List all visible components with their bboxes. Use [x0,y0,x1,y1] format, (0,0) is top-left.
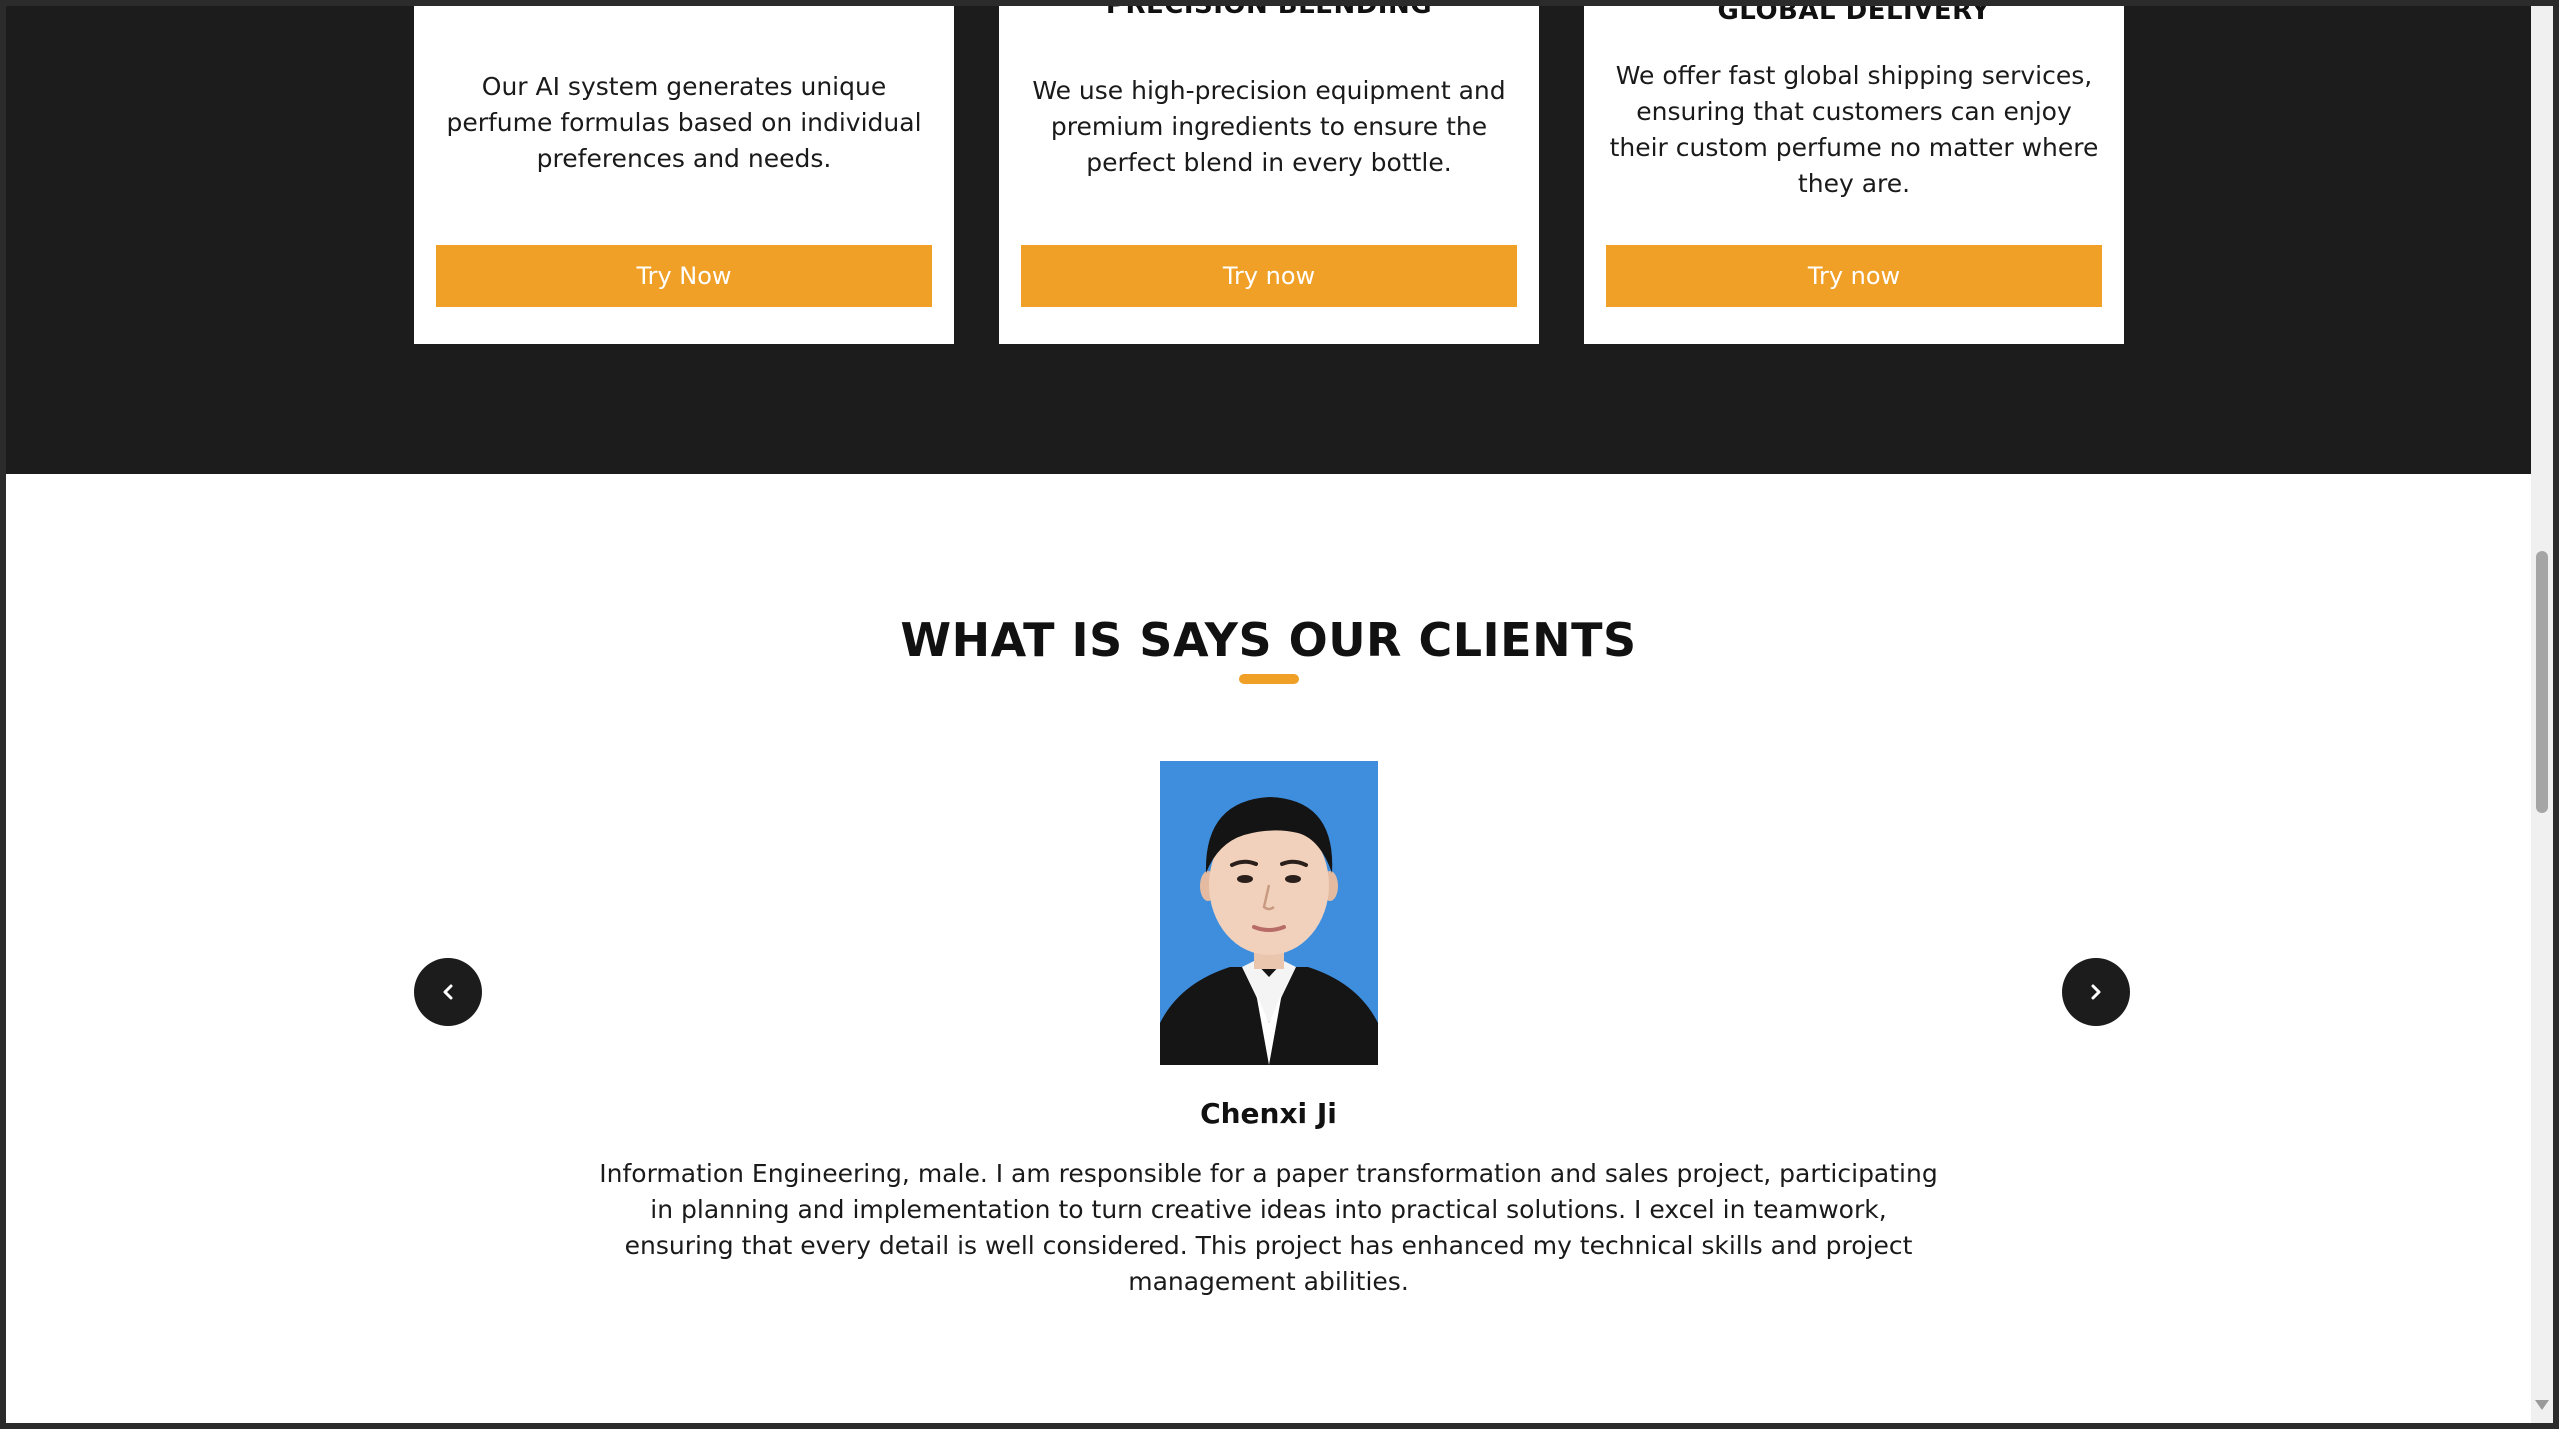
try-now-button[interactable]: Try Now [436,245,932,307]
chevron-right-icon [2091,984,2101,1000]
feature-card-ai-formula: Our AI system generates unique perfume f… [414,6,954,344]
try-now-button[interactable]: Try now [1021,245,1517,307]
client-quote: Information Engineering, male. I am resp… [599,1159,1938,1296]
testimonials-section: WHAT IS SAYS OUR CLIENTS Chenxi Ji Infor… [6,474,2531,1423]
feature-card-text: We offer fast global shipping services, … [1609,61,2099,198]
page-scrollbar[interactable] [2531,6,2553,1423]
feature-card-global-delivery: GLOBAL DELIVERY We offer fast global shi… [1584,6,2124,344]
client-name: Chenxi Ji [1200,1097,1337,1130]
try-now-button[interactable]: Try now [1606,245,2102,307]
feature-card-text: We use high-precision equipment and prem… [1032,76,1506,177]
feature-card-text: Our AI system generates unique perfume f… [446,72,922,173]
client-portrait-icon [1160,761,1378,1065]
chevron-left-icon [443,984,453,1000]
carousel-next-button[interactable] [2062,958,2130,1026]
features-section: Our AI system generates unique perfume f… [6,6,2531,474]
carousel-prev-button[interactable] [414,958,482,1026]
scrollbar-thumb[interactable] [2536,551,2548,813]
section-title: WHAT IS SAYS OUR CLIENTS [900,613,1637,667]
feature-card-title: GLOBAL DELIVERY [1717,6,1991,26]
client-photo [1160,761,1378,1065]
title-underline [1239,674,1299,684]
page-viewport: Our AI system generates unique perfume f… [6,6,2531,1423]
feature-card-title: PRECISION BLENDING [999,6,1539,20]
feature-card-precision-blending: PRECISION BLENDING We use high-precision… [999,6,1539,344]
scroll-down-arrow-icon[interactable] [2535,1400,2549,1410]
